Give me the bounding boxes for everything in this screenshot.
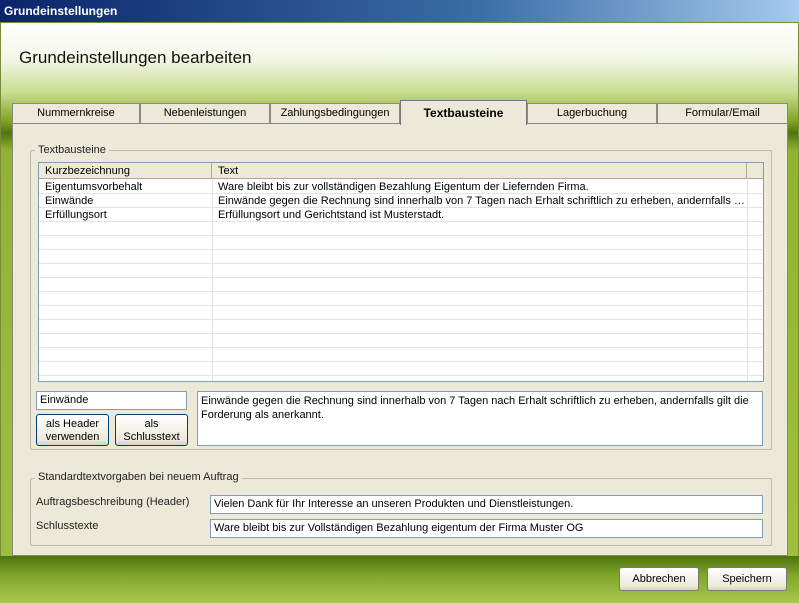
- tab-nebenleistungen[interactable]: Nebenleistungen: [140, 103, 270, 123]
- button-label-line: als Header: [45, 418, 100, 430]
- page-title: Grundeinstellungen bearbeiten: [19, 48, 252, 67]
- column-header-kurzbezeichnung[interactable]: Kurzbezeichnung: [39, 163, 212, 179]
- header-text-label: Auftragsbeschreibung (Header): [36, 496, 190, 508]
- tab-textbausteine[interactable]: Textbausteine: [400, 100, 527, 125]
- window-titlebar: Grundeinstellungen: [0, 0, 799, 22]
- cell-text: Erfüllungsort und Gerichtstand ist Muste…: [218, 209, 445, 221]
- cell-kurzbezeichnung: Erfüllungsort: [45, 209, 107, 221]
- table-row[interactable]: Eigentumsvorbehalt Ware bleibt bis zur v…: [39, 180, 763, 194]
- group-label-standardtextvorgaben: Standardtextvorgaben bei neuem Auftrag: [35, 471, 242, 483]
- tab-nummernkreise[interactable]: Nummernkreise: [12, 103, 140, 123]
- als-schlusstext-button[interactable]: als Schlusstext: [115, 414, 188, 446]
- cell-text: Einwände gegen die Rechnung sind innerha…: [218, 195, 746, 207]
- column-header-text[interactable]: Text: [212, 163, 747, 179]
- cell-kurzbezeichnung: Einwände: [45, 195, 94, 207]
- header-text-input[interactable]: Vielen Dank für Ihr Interesse an unseren…: [210, 495, 763, 514]
- tab-bar: Nummernkreise Nebenleistungen Zahlungsbe…: [12, 100, 788, 125]
- cell-kurzbezeichnung: Eigentumsvorbehalt: [45, 181, 143, 193]
- window-title: Grundeinstellungen: [4, 4, 118, 18]
- kurzbezeichnung-input[interactable]: Einwände: [36, 391, 187, 410]
- group-label-textbausteine: Textbausteine: [35, 144, 109, 156]
- cell-text: Ware bleibt bis zur vollständigen Bezahl…: [218, 181, 589, 193]
- table-row[interactable]: Einwände Einwände gegen die Rechnung sin…: [39, 194, 763, 208]
- als-header-verwenden-button[interactable]: als Header verwenden: [36, 414, 109, 446]
- button-label-line: Schlusstext: [123, 431, 180, 443]
- table-row[interactable]: Erfüllungsort Erfüllungsort und Gerichts…: [39, 208, 763, 222]
- tab-zahlungsbedingungen[interactable]: Zahlungsbedingungen: [270, 103, 400, 123]
- textbausteine-table[interactable]: Kurzbezeichnung Text Eigentumsvorbehalt …: [38, 162, 764, 382]
- table-header: Kurzbezeichnung Text: [39, 163, 763, 179]
- button-label-line: verwenden: [45, 431, 100, 443]
- tab-formular-email[interactable]: Formular/Email: [657, 103, 788, 123]
- button-label-line: als: [144, 418, 159, 430]
- schlusstexte-label: Schlusstexte: [36, 520, 99, 532]
- cancel-button[interactable]: Abbrechen: [619, 567, 699, 591]
- schlusstexte-input[interactable]: Ware bleibt bis zur Vollständigen Bezahl…: [210, 519, 763, 538]
- save-button[interactable]: Speichern: [707, 567, 787, 591]
- tab-lagerbuchung[interactable]: Lagerbuchung: [527, 103, 657, 123]
- text-editor-textarea[interactable]: Einwände gegen die Rechnung sind innerha…: [197, 391, 763, 446]
- tab-panel-textbausteine: Textbausteine Kurzbezeichnung Text Eigen…: [12, 123, 788, 556]
